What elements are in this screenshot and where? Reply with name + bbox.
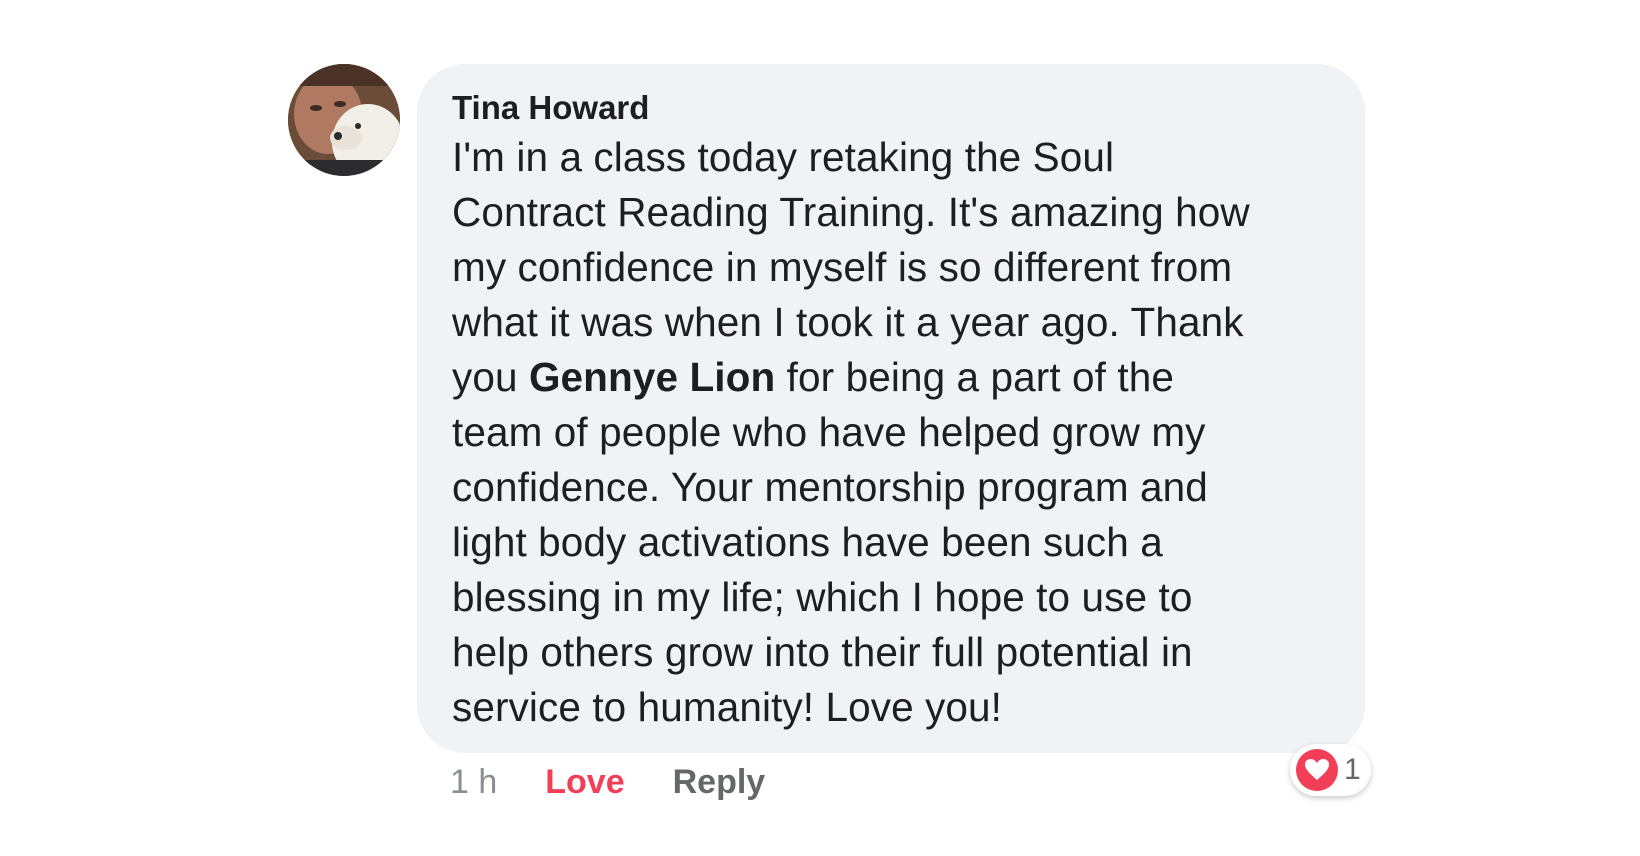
avatar-photo (288, 64, 400, 176)
comment-bubble: Tina Howard I'm in a class today retakin… (417, 64, 1365, 753)
reaction-count: 1 (1344, 753, 1361, 786)
comment-text-segment: I'm in a class today retaking the Soul (452, 134, 1115, 180)
comment-text-line: what it was when I took it a year ago. T… (452, 295, 1329, 350)
comment-text-segment: help others grow into their full potenti… (452, 629, 1193, 675)
comment-text-segment: service to humanity! Love you! (452, 684, 1003, 730)
reply-button[interactable]: Reply (673, 763, 766, 802)
avatar[interactable] (288, 64, 400, 176)
comment-timestamp[interactable]: 1 h (450, 763, 497, 802)
comment-text-line: blessing in my life; which I hope to use… (452, 570, 1329, 625)
comment-text-line: help others grow into their full potenti… (452, 625, 1329, 680)
comment-text-line: Contract Reading Training. It's amazing … (452, 185, 1329, 240)
comment-text-line: team of people who have helped grow my (452, 405, 1329, 460)
comment-text-segment: you (452, 354, 529, 400)
comment-text-segment: team of people who have helped grow my (452, 409, 1206, 455)
comment-text-line: service to humanity! Love you! (452, 680, 1329, 735)
comment-text-segment: confidence. Your mentorship program and (452, 464, 1208, 510)
comment-text-segment: Contract Reading Training. It's amazing … (452, 189, 1250, 235)
comment-text-line: light body activations have been such a (452, 515, 1329, 570)
reaction-summary[interactable]: 1 (1290, 744, 1371, 796)
comment-text-line: I'm in a class today retaking the Soul (452, 130, 1329, 185)
comment-text-line: confidence. Your mentorship program and (452, 460, 1329, 515)
comment-author[interactable]: Tina Howard (452, 86, 1329, 130)
comment-text-segment: blessing in my life; which I hope to use… (452, 574, 1193, 620)
comment-text-segment: my confidence in myself is so different … (452, 244, 1233, 290)
heart-icon (1296, 749, 1338, 791)
comment-actions: 1 h Love Reply (450, 760, 765, 804)
comment-text-line: you Gennye Lion for being a part of the (452, 350, 1329, 405)
comment-text-line: my confidence in myself is so different … (452, 240, 1329, 295)
comment-text-segment: light body activations have been such a (452, 519, 1163, 565)
mention-link[interactable]: Gennye Lion (529, 354, 775, 400)
love-button[interactable]: Love (545, 763, 624, 802)
comment-text: I'm in a class today retaking the Soul Co… (452, 130, 1329, 735)
comment-text-segment: what it was when I took it a year ago. T… (452, 299, 1244, 345)
comment-text-segment: for being a part of the (775, 354, 1174, 400)
